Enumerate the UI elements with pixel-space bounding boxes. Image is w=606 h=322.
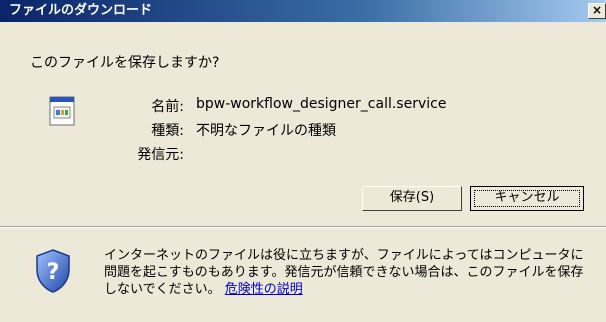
warning-text: インターネットのファイルは役に立ちますが、ファイルによってはコンピュータに問題を…	[104, 248, 584, 297]
security-warning: インターネットのファイルは役に立ちますが、ファイルによってはコンピュータに問題を…	[104, 247, 584, 298]
name-label: 名前:	[151, 99, 184, 115]
type-label: 種類:	[151, 123, 184, 139]
window-title: ファイルのダウンロード	[9, 3, 153, 18]
risk-explanation-link[interactable]: 危険性の説明	[225, 282, 303, 297]
save-question: このファイルを保存しますか?	[30, 55, 220, 71]
cancel-button[interactable]: キャンセル	[470, 186, 584, 211]
cancel-button-label: キャンセル	[494, 190, 560, 205]
svg-text:?: ?	[47, 260, 60, 285]
download-dialog: ファイルのダウンロード × このファイルを保存しますか? 名前: bpw-wor…	[0, 0, 606, 322]
file-type-value: 不明なファイルの種類	[196, 123, 336, 139]
security-shield-icon: ?	[36, 249, 70, 293]
title-bar[interactable]: ファイルのダウンロード ×	[0, 0, 606, 22]
save-button[interactable]: 保存(S)	[362, 186, 462, 211]
from-label: 発信元:	[137, 147, 184, 163]
close-button[interactable]: ×	[588, 3, 606, 19]
file-name-value: bpw-workflow_designer_call.service	[196, 96, 447, 112]
unknown-file-icon	[49, 96, 75, 126]
close-icon: ×	[591, 3, 603, 17]
divider	[0, 226, 606, 228]
save-button-label: 保存(S)	[389, 190, 435, 205]
